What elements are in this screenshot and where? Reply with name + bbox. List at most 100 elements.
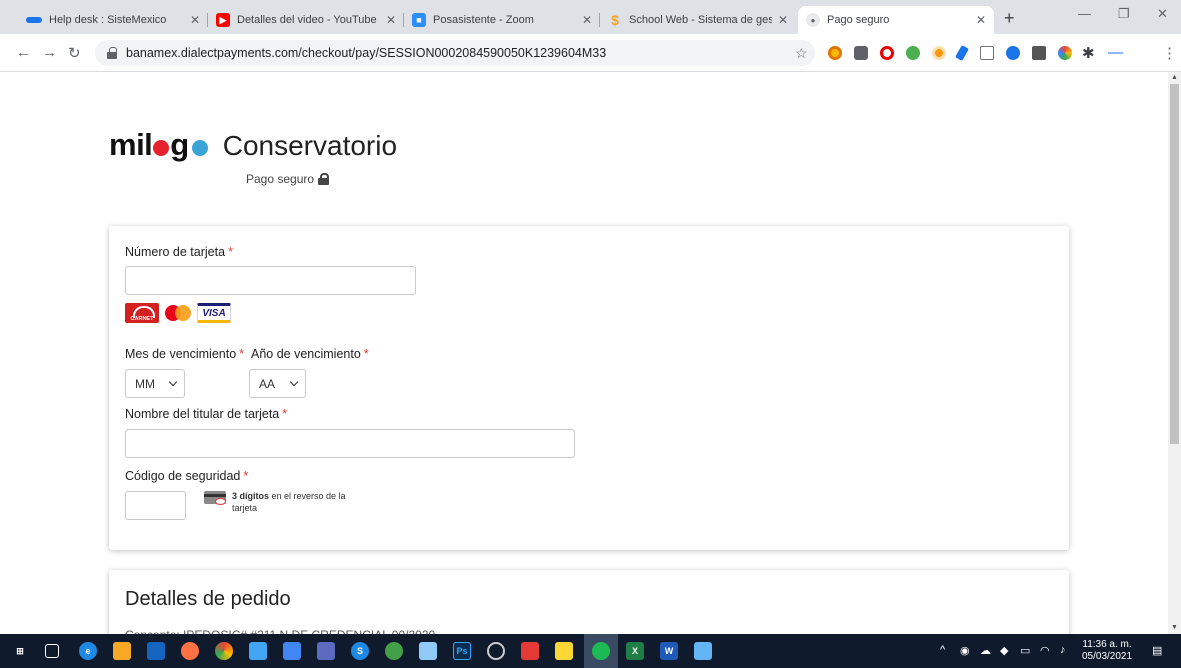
extension-icon[interactable] bbox=[1006, 46, 1020, 60]
carnet-logo: CARNET bbox=[125, 303, 159, 323]
file-explorer-icon[interactable] bbox=[113, 642, 131, 660]
forward-icon[interactable]: → bbox=[42, 44, 57, 61]
windows-taskbar: ⊞ e S Ps X W ^ ◉ ☁ ◆ ▭ ◠ ♪ 11:36 a. m. 0… bbox=[0, 634, 1181, 668]
scroll-up-icon[interactable]: ▲ bbox=[1171, 74, 1178, 81]
exp-month-select[interactable]: MM bbox=[125, 369, 185, 398]
padlock-icon bbox=[318, 173, 330, 185]
minimize-icon[interactable]: — bbox=[1078, 6, 1091, 21]
windows-start-icon[interactable]: ⊞ bbox=[11, 642, 29, 660]
extension-icon[interactable] bbox=[854, 46, 868, 60]
site-title: Conservatorio bbox=[222, 130, 398, 161]
extensions-puzzle-icon[interactable]: ✱ bbox=[1082, 44, 1095, 62]
extension-icon[interactable] bbox=[1032, 46, 1046, 60]
exp-month-label: Mes de vencimiento * bbox=[125, 347, 245, 361]
chevron-down-icon bbox=[289, 377, 299, 387]
tab-school-web[interactable]: $ School Web - Sistema de gestión ✕ bbox=[600, 6, 796, 34]
extension-icon[interactable] bbox=[1058, 46, 1072, 60]
onedrive-icon[interactable]: ☁ bbox=[980, 644, 991, 657]
app-icon[interactable] bbox=[249, 642, 267, 660]
extension-icon[interactable] bbox=[932, 46, 946, 60]
tab-help-desk[interactable]: Help desk : SisteMexico ✕ bbox=[18, 6, 208, 34]
app-icon[interactable] bbox=[283, 642, 301, 660]
system-clock[interactable]: 11:36 a. m. 05/03/2021 bbox=[1082, 639, 1132, 663]
tab-title: Help desk : SisteMexico bbox=[49, 14, 167, 26]
store-icon[interactable] bbox=[147, 642, 165, 660]
card-number-input[interactable] bbox=[125, 266, 416, 295]
notification-center-icon[interactable]: ▤ bbox=[1152, 644, 1162, 657]
tab-title: Pago seguro bbox=[827, 14, 890, 26]
secure-payment-label: Pago seguro bbox=[246, 172, 330, 186]
window-close-icon[interactable]: ✕ bbox=[1157, 6, 1168, 22]
restore-icon[interactable]: ❐ bbox=[1118, 6, 1130, 22]
reload-icon[interactable]: ↻ bbox=[68, 44, 81, 62]
extension-icon[interactable] bbox=[955, 44, 969, 62]
close-icon[interactable]: ✕ bbox=[582, 13, 592, 27]
word-icon[interactable]: W bbox=[660, 642, 678, 660]
wifi-icon[interactable]: ◠ bbox=[1040, 644, 1050, 657]
lock-icon bbox=[107, 47, 117, 59]
app-icon[interactable] bbox=[419, 642, 437, 660]
tray-icon[interactable]: ◉ bbox=[960, 644, 970, 657]
tab-pago-seguro[interactable]: ● Pago seguro ✕ bbox=[798, 6, 994, 34]
card-number-label: Número de tarjeta * bbox=[125, 245, 233, 259]
menu-icon[interactable]: ⋮ bbox=[1162, 44, 1177, 62]
sticky-notes-icon[interactable] bbox=[555, 642, 573, 660]
scroll-thumb[interactable] bbox=[1170, 84, 1179, 444]
merchant-header: mil g Conservatorio bbox=[109, 127, 397, 163]
lock-icon: ● bbox=[806, 13, 820, 27]
tab-title: School Web - Sistema de gestión bbox=[629, 14, 772, 26]
cardholder-name-input[interactable] bbox=[125, 429, 575, 458]
mastercard-logo bbox=[163, 303, 193, 323]
cvv-label: Código de seguridad * bbox=[125, 469, 249, 483]
app-icon[interactable] bbox=[694, 642, 712, 660]
schoolweb-icon: $ bbox=[611, 12, 619, 28]
spotify-icon[interactable] bbox=[592, 642, 610, 660]
battery-icon[interactable]: ▭ bbox=[1020, 644, 1030, 657]
browser-toolbar: ← → ↻ banamex.dialectpayments.com/checko… bbox=[0, 34, 1181, 72]
back-icon[interactable]: ← bbox=[16, 44, 31, 61]
tray-chevron-icon[interactable]: ^ bbox=[940, 644, 945, 656]
anydesk-icon[interactable] bbox=[521, 642, 539, 660]
close-icon[interactable]: ✕ bbox=[190, 13, 200, 27]
skype-icon[interactable]: S bbox=[351, 642, 369, 660]
extension-icon[interactable] bbox=[828, 46, 842, 60]
obs-icon[interactable] bbox=[487, 642, 505, 660]
address-bar[interactable]: banamex.dialectpayments.com/checkout/pay… bbox=[95, 40, 815, 66]
tab-zoom[interactable]: ■ Posasistente - Zoom ✕ bbox=[404, 6, 600, 34]
chrome-icon[interactable] bbox=[215, 642, 233, 660]
whatsapp-icon[interactable] bbox=[385, 642, 403, 660]
excel-icon[interactable]: X bbox=[626, 642, 644, 660]
new-tab-button[interactable]: + bbox=[1004, 8, 1015, 29]
opera-icon[interactable] bbox=[880, 46, 894, 60]
extension-icon[interactable]: — bbox=[1108, 44, 1123, 61]
firefox-icon[interactable] bbox=[181, 642, 199, 660]
volume-icon[interactable]: ♪ bbox=[1060, 644, 1066, 656]
accepted-cards: CARNET VISA bbox=[125, 303, 231, 323]
extension-icon[interactable] bbox=[980, 46, 994, 60]
exp-year-select[interactable]: AA bbox=[249, 369, 306, 398]
close-icon[interactable]: ✕ bbox=[976, 13, 986, 27]
extension-icon[interactable] bbox=[906, 46, 920, 60]
edge-icon[interactable]: e bbox=[79, 642, 97, 660]
cvv-hint: 3 dígitos en el reverso de la tarjeta bbox=[204, 490, 372, 514]
dropbox-icon[interactable]: ◆ bbox=[1000, 644, 1008, 657]
helpdesk-icon bbox=[26, 17, 42, 23]
tab-title: Detalles del video - YouTube Studio bbox=[237, 14, 380, 26]
app-icon[interactable] bbox=[317, 642, 335, 660]
bookmark-star-icon[interactable]: ☆ bbox=[795, 45, 808, 62]
tab-title: Posasistente - Zoom bbox=[433, 14, 534, 26]
cvv-input[interactable] bbox=[125, 491, 186, 520]
exp-year-label: Año de vencimiento * bbox=[251, 347, 369, 361]
cardholder-label: Nombre del titular de tarjeta * bbox=[125, 407, 288, 421]
page-scrollbar[interactable]: ▲ ▼ bbox=[1168, 72, 1181, 634]
close-icon[interactable]: ✕ bbox=[778, 13, 788, 27]
card-back-icon bbox=[204, 491, 226, 505]
tab-youtube-studio[interactable]: ▶ Detalles del video - YouTube Studio ✕ bbox=[208, 6, 404, 34]
visa-logo: VISA bbox=[197, 303, 231, 323]
url-text: banamex.dialectpayments.com/checkout/pay… bbox=[126, 46, 607, 60]
scroll-down-icon[interactable]: ▼ bbox=[1171, 624, 1178, 631]
task-view-icon[interactable] bbox=[45, 644, 59, 658]
photoshop-icon[interactable]: Ps bbox=[453, 642, 471, 660]
close-icon[interactable]: ✕ bbox=[386, 13, 396, 27]
browser-tab-strip: Help desk : SisteMexico ✕ ▶ Detalles del… bbox=[0, 0, 1181, 34]
